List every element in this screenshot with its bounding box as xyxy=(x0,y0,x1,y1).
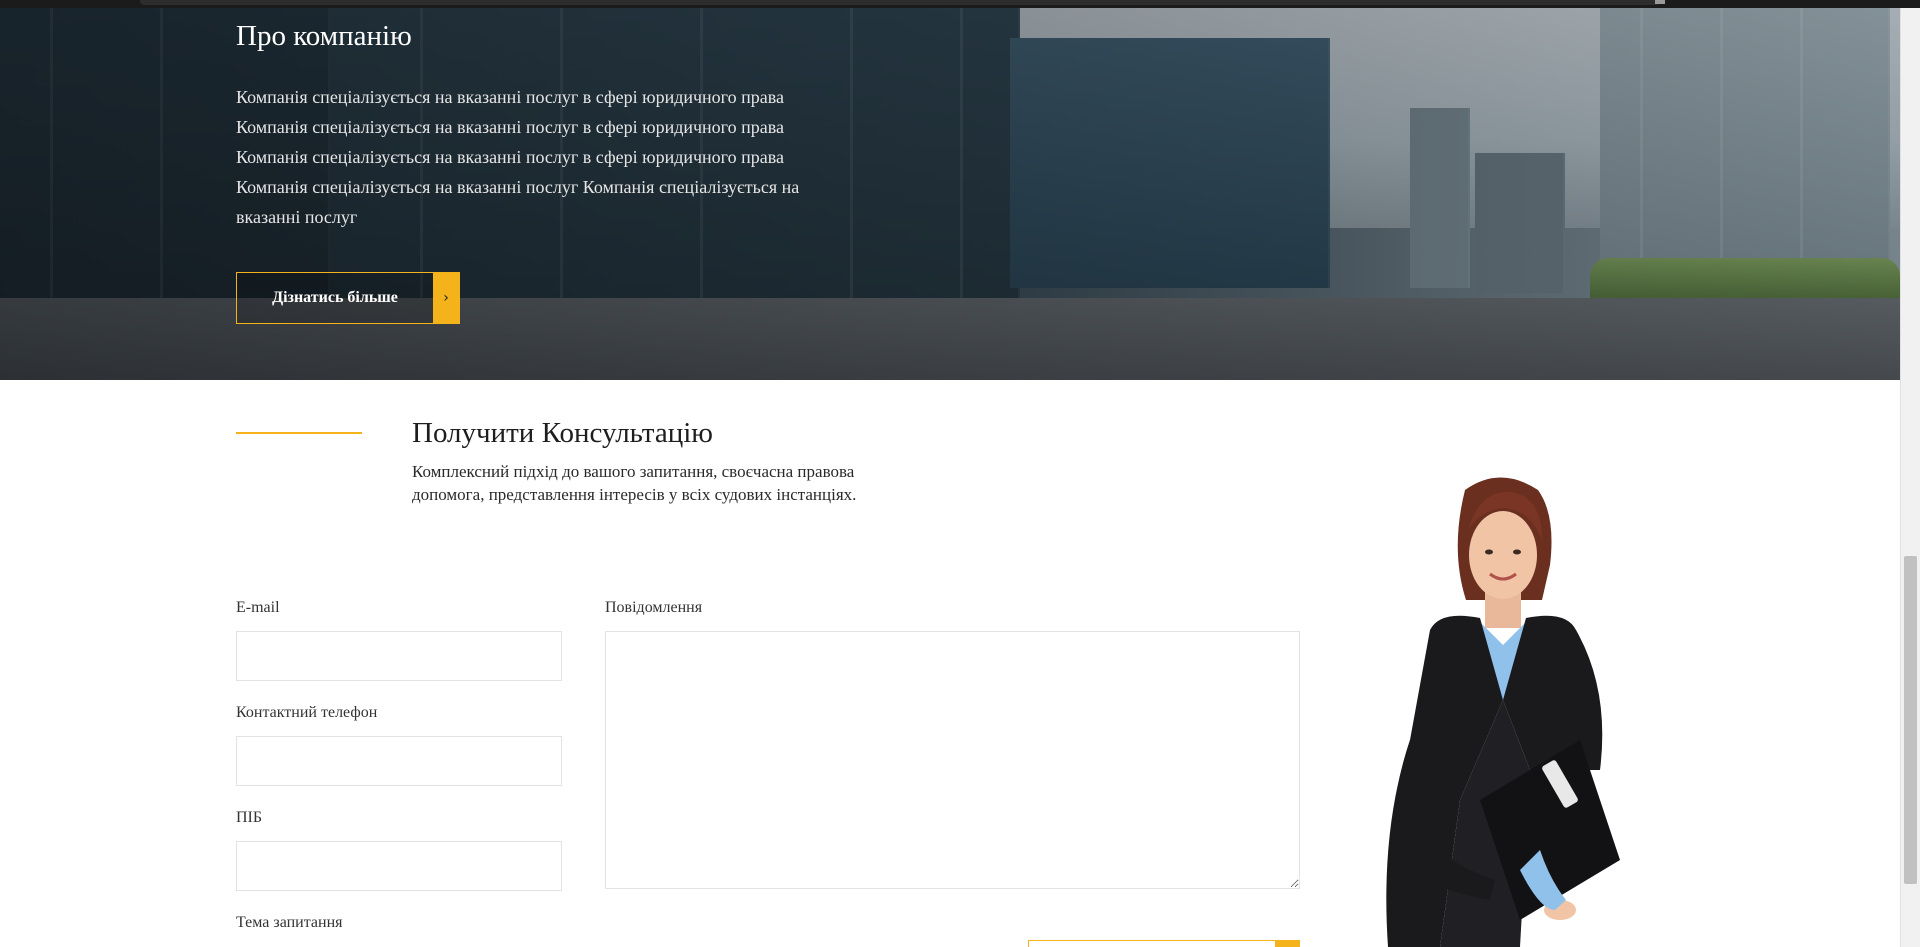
about-text-line: Компанія спеціалізується на вказанні пос… xyxy=(236,117,784,137)
about-content: Про компанію Компанія спеціалізується на… xyxy=(236,16,896,232)
chevron-right-icon: › xyxy=(433,273,459,323)
about-title: Про компанію xyxy=(236,20,412,52)
topic-label: Тема запитання xyxy=(236,914,343,931)
submit-arrow-block xyxy=(1275,941,1299,947)
phone-label: Контактний телефон xyxy=(236,704,378,721)
email-field[interactable] xyxy=(236,631,562,681)
message-field[interactable] xyxy=(605,631,1300,889)
window-handle xyxy=(1655,0,1665,4)
browser-top-strip xyxy=(0,0,1920,8)
phone-field[interactable] xyxy=(236,736,562,786)
consultant-photo xyxy=(1386,477,1620,947)
browser-tab-edge xyxy=(140,0,1660,5)
consultation-subtitle: Комплексний підхід до вашого запитання, … xyxy=(412,462,857,504)
learn-more-label: Дізнатись більше xyxy=(272,289,398,306)
name-field[interactable] xyxy=(236,841,562,891)
about-text-line: вказанні послуг xyxy=(236,207,358,227)
about-text-line: Компанія спеціалізується на вказанні пос… xyxy=(236,177,800,197)
name-label: ПІБ xyxy=(236,809,263,826)
about-text-line: Компанія спеціалізується на вказанні пос… xyxy=(236,147,784,167)
email-label: E-mail xyxy=(236,599,280,616)
submit-button[interactable] xyxy=(1028,940,1300,947)
page-scrollbar[interactable] xyxy=(1900,8,1920,947)
consultation-title: Получити Консультацію xyxy=(412,417,713,449)
section-accent-line xyxy=(236,432,362,434)
about-text-line: Компанія спеціалізується на вказанні пос… xyxy=(236,87,784,107)
scrollbar-thumb[interactable] xyxy=(1904,556,1917,884)
about-text: Компанія спеціалізується на вказанні пос… xyxy=(236,82,896,232)
message-label: Повідомлення xyxy=(605,599,703,616)
learn-more-button[interactable]: Дізнатись більше › xyxy=(236,272,460,324)
